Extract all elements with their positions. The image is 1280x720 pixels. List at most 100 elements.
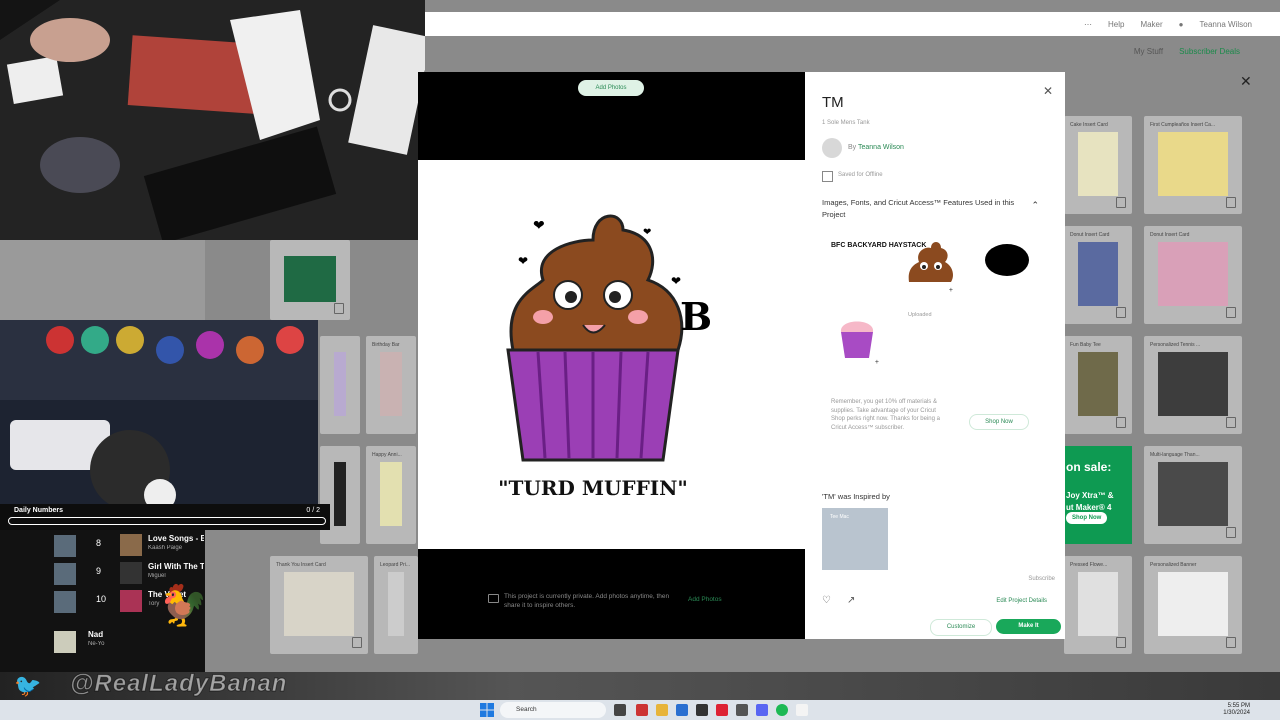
playlist-item: Nad Ne-Yo [0, 626, 205, 654]
author-link[interactable]: Teanna Wilson [858, 144, 904, 151]
app-icon[interactable] [676, 704, 688, 716]
desk-camera-image [0, 0, 425, 240]
tile-label: Leopard Pri... [380, 562, 411, 568]
features-heading: Images, Fonts, and Cricut Access™ Featur… [822, 198, 1015, 219]
project-tile[interactable]: Donut Insert Card [1144, 226, 1242, 324]
tile-label: Pressed Flowe... [1070, 562, 1108, 568]
playlist-item: 8Love Songs - BaKaash Paige [0, 530, 205, 558]
inspired-project-thumb[interactable]: Tee Mac [822, 508, 888, 570]
edit-project-details-link[interactable]: Edit Project Details [996, 598, 1047, 604]
taskbar-search[interactable]: Search [500, 702, 606, 718]
rooster-icon: 🐓 [158, 584, 208, 628]
daily-numbers-progress [8, 517, 326, 525]
project-modal: ❤ ❤ ❤ ❤ "TURD MUFFIN" 𝐁 This project is … [418, 72, 1065, 639]
preview-canvas: ❤ ❤ ❤ ❤ "TURD MUFFIN" 𝐁 This project is … [418, 160, 805, 609]
tile-label: Birthday Bar [372, 342, 400, 348]
b-logo: 𝐁 [680, 294, 713, 339]
private-project-note: This project is currently private. Add p… [488, 590, 738, 616]
sale-shop-now-button[interactable]: Shop Now [1066, 512, 1108, 524]
heart-icon[interactable]: ♡ [822, 595, 831, 606]
cupcake-image-asset[interactable]: + [831, 310, 883, 366]
project-tile[interactable] [270, 240, 350, 320]
twitter-handle: @RealLadyBanan [69, 670, 288, 698]
maker-menu[interactable]: Maker [1140, 20, 1162, 29]
notifications-icon[interactable]: ● [1179, 20, 1184, 29]
taskbar-clock[interactable]: 5:55 PM 1/30/2024 [1223, 703, 1250, 717]
app-icon[interactable] [716, 704, 728, 716]
project-preview: ❤ ❤ ❤ ❤ "TURD MUFFIN" 𝐁 This project is … [418, 72, 805, 639]
help-link[interactable]: Help [1108, 20, 1124, 29]
chevron-up-icon[interactable]: ⌃ [1031, 200, 1039, 211]
my-stuff-link[interactable]: My Stuff [1134, 47, 1163, 56]
close-icon[interactable]: ✕ [1043, 84, 1053, 98]
tile-label: Thank You Insert Card [276, 562, 326, 568]
user-name[interactable]: Teanna Wilson [1200, 20, 1252, 29]
poop-image-asset[interactable]: + [905, 238, 957, 294]
offline-checkbox[interactable] [822, 171, 833, 182]
sale-heading: on sale: [1066, 460, 1112, 474]
project-tile[interactable] [320, 336, 360, 434]
inspired-by-heading: 'TM' was Inspired by [822, 492, 890, 501]
more-icon[interactable]: ⋯ [1084, 20, 1092, 29]
tile-label: Personalized Banner [1150, 562, 1197, 568]
app-icon[interactable] [796, 704, 808, 716]
make-it-button[interactable]: Make It [996, 619, 1061, 634]
daily-numbers-title: Daily Numbers [14, 507, 64, 514]
desk-camera-feed [0, 0, 425, 240]
sale-copy: Joy Xtra™ & ut Maker® 4 [1066, 491, 1114, 512]
subscriber-deals-link[interactable]: Subscriber Deals [1179, 47, 1240, 56]
project-tile[interactable]: Personalized Tennis ... [1144, 336, 1242, 434]
tile-label: Personalized Tennis ... [1150, 342, 1201, 348]
sale-promo-tile[interactable]: on sale: Joy Xtra™ & ut Maker® 4 Shop Now [1064, 446, 1132, 544]
room-camera-feed [0, 240, 205, 320]
share-icon[interactable]: ↗ [847, 595, 855, 606]
app-icon[interactable] [636, 704, 648, 716]
app-icon[interactable] [736, 704, 748, 716]
app-topbar: ⋯ Help Maker ● Teanna Wilson [425, 12, 1280, 36]
shape-asset[interactable] [985, 244, 1029, 276]
shop-now-button[interactable]: Shop Now [969, 414, 1029, 430]
daily-numbers-count: 0 / 2 [306, 507, 320, 514]
project-tile[interactable]: Birthday Bar [366, 336, 416, 434]
windows-start-icon[interactable] [480, 703, 494, 717]
project-tile[interactable]: Multi-language Than... [1144, 446, 1242, 544]
task-view-icon[interactable] [614, 704, 626, 716]
add-photos-button[interactable]: Add Photos [578, 80, 644, 96]
project-tile[interactable]: Cake Insert Card [1064, 116, 1132, 214]
poop-emoji-image [908, 242, 953, 282]
file-explorer-icon[interactable] [656, 704, 668, 716]
author-line: By Teanna Wilson [848, 144, 904, 151]
tile-label: Cake Insert Card [1070, 122, 1108, 128]
project-subtitle: 1 Sole Mens Tank [822, 120, 870, 126]
terminal-icon[interactable] [696, 704, 708, 716]
add-photos-link[interactable]: Add Photos [688, 596, 722, 603]
subscribe-label: Subscribe [1028, 576, 1055, 582]
project-title: TM [822, 94, 844, 111]
tile-label: Happy Anni... [372, 452, 402, 458]
private-note-text: This project is currently private. Add p… [504, 593, 670, 609]
windows-taskbar: Search 5:55 PM 1/30/2024 [0, 700, 1280, 720]
project-tile[interactable]: Thank You Insert Card [270, 556, 368, 654]
project-tile[interactable]: Fun Baby Tee [1064, 336, 1132, 434]
project-tile[interactable]: Leopard Pri... [374, 556, 418, 654]
project-tile[interactable]: Donut Insert Card [1064, 226, 1132, 324]
svg-text:❤: ❤ [518, 254, 528, 268]
svg-text:❤: ❤ [533, 217, 545, 233]
project-tile[interactable]: Pressed Flowe... [1064, 556, 1132, 654]
project-tile[interactable]: First Cumpleaños Insert Ca... [1144, 116, 1242, 214]
subscriber-promo: Remember, you get 10% off materials & su… [831, 399, 940, 431]
camera-icon [488, 594, 499, 603]
project-tile[interactable]: Happy Anni... [366, 446, 416, 544]
streamer-camera-feed [0, 320, 318, 505]
spotify-icon[interactable] [776, 704, 788, 716]
cupcake-icon-image [840, 321, 874, 358]
twitter-icon: 🐦 [14, 673, 42, 698]
cupcake-image: ❤ ❤ ❤ ❤ "TURD MUFFIN" [498, 214, 688, 500]
customize-button[interactable]: Customize [930, 619, 992, 636]
project-tile[interactable]: Personalized Banner [1144, 556, 1242, 654]
discord-icon[interactable] [756, 704, 768, 716]
tile-label: First Cumpleaños Insert Ca... [1150, 122, 1216, 128]
uploaded-label: Uploaded [908, 312, 932, 318]
tile-label: Multi-language Than... [1150, 452, 1200, 458]
close-icon[interactable]: ✕ [1240, 73, 1252, 90]
